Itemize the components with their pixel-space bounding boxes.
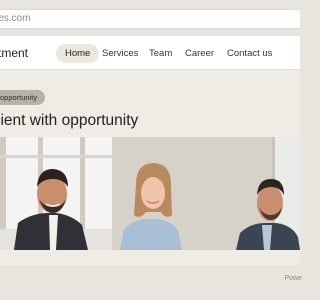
hero-headline: lient with opportunity [0, 112, 139, 129]
hero-image [0, 137, 300, 250]
site-header: tment Home Services Team Career Contact … [0, 36, 300, 70]
footer-powered-by: Powe [284, 275, 302, 282]
hero-badge: opportunity [0, 90, 46, 105]
nav-home[interactable]: Home [56, 44, 100, 63]
brand-logo-text[interactable]: tment [0, 46, 28, 60]
nav-team[interactable]: Team [149, 44, 172, 63]
address-url[interactable]: jes.com [0, 13, 30, 24]
website: tment Home Services Team Career Contact … [0, 36, 300, 265]
address-bar[interactable]: jes.com [0, 9, 300, 29]
bottom-strip [0, 288, 300, 300]
nav-career[interactable]: Career [185, 44, 214, 63]
nav-services[interactable]: Services [102, 44, 138, 63]
nav-contact-us[interactable]: Contact us [227, 44, 272, 63]
